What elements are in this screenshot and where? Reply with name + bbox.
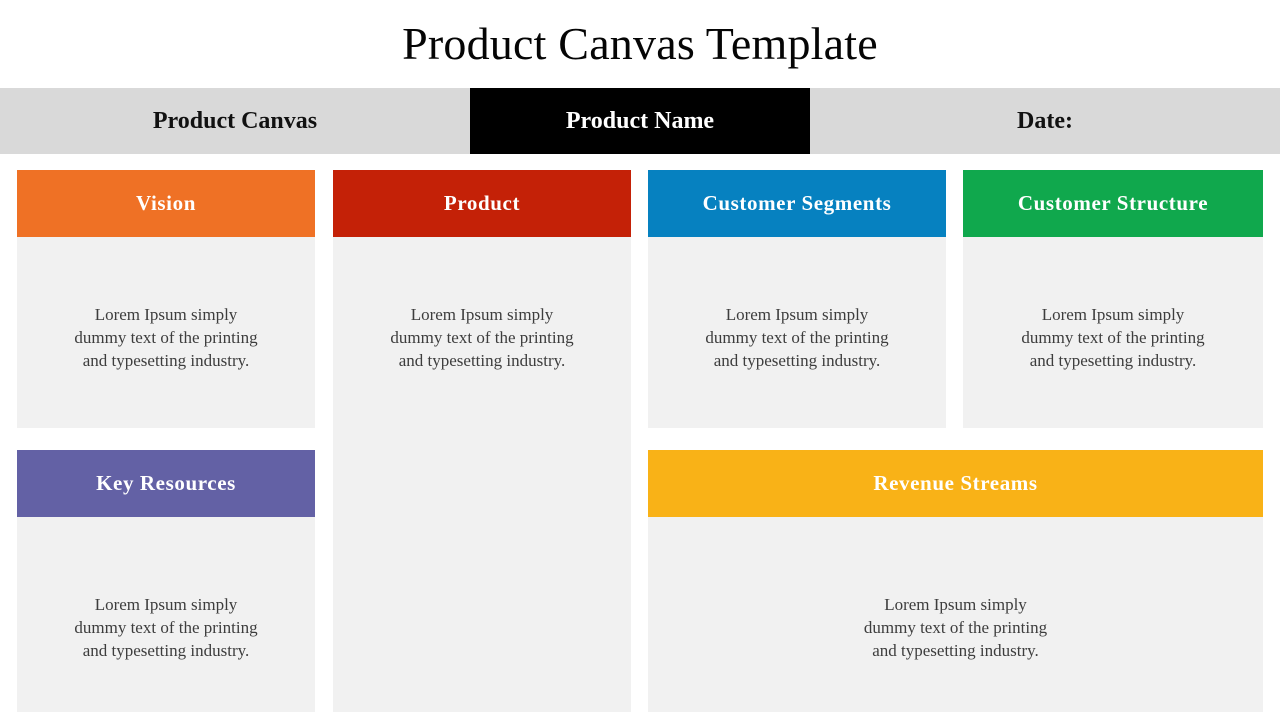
header-label-product-canvas: Product Canvas bbox=[152, 107, 318, 134]
card-body-revenue-streams[interactable]: Lorem Ipsum simply dummy text of the pri… bbox=[648, 517, 1263, 712]
card-title-product: Product bbox=[443, 191, 521, 215]
header-cell-date[interactable]: Date: bbox=[810, 88, 1280, 154]
header-label-date: Date: bbox=[1017, 107, 1073, 134]
card-header-key-resources: Key Resources bbox=[17, 450, 315, 517]
card-title-vision: Vision bbox=[135, 191, 196, 215]
page-title-area: Product Canvas Template bbox=[0, 0, 1280, 88]
card-body-text-revenue-streams: Lorem Ipsum simply dummy text of the pri… bbox=[863, 595, 1048, 660]
canvas-grid: Vision Lorem Ipsum simply dummy text of … bbox=[0, 154, 1280, 720]
header-cell-product-name[interactable]: Product Name bbox=[470, 88, 810, 154]
card-header-customer-structure: Customer Structure bbox=[963, 170, 1263, 237]
card-body-customer-segments[interactable]: Lorem Ipsum simply dummy text of the pri… bbox=[648, 237, 946, 428]
card-body-customer-structure[interactable]: Lorem Ipsum simply dummy text of the pri… bbox=[963, 237, 1263, 428]
card-title-key-resources: Key Resources bbox=[96, 471, 236, 495]
card-body-text-vision: Lorem Ipsum simply dummy text of the pri… bbox=[74, 305, 258, 370]
card-header-customer-segments: Customer Segments bbox=[648, 170, 946, 237]
card-vision[interactable]: Vision Lorem Ipsum simply dummy text of … bbox=[17, 170, 315, 428]
card-revenue-streams[interactable]: Revenue Streams Lorem Ipsum simply dummy… bbox=[648, 450, 1263, 712]
card-body-text-key-resources: Lorem Ipsum simply dummy text of the pri… bbox=[74, 595, 258, 660]
page-title: Product Canvas Template bbox=[402, 18, 878, 69]
card-product[interactable]: Product Lorem Ipsum simply dummy text of… bbox=[333, 170, 631, 712]
card-body-text-product: Lorem Ipsum simply dummy text of the pri… bbox=[390, 305, 574, 370]
header-label-product-name: Product Name bbox=[565, 107, 715, 134]
card-body-vision[interactable]: Lorem Ipsum simply dummy text of the pri… bbox=[17, 237, 315, 428]
card-header-vision: Vision bbox=[17, 170, 315, 237]
card-customer-structure[interactable]: Customer Structure Lorem Ipsum simply du… bbox=[963, 170, 1263, 428]
card-header-revenue-streams: Revenue Streams bbox=[648, 450, 1263, 517]
canvas-header-bar: Product Canvas Product Name Date: bbox=[0, 88, 1280, 154]
card-header-product: Product bbox=[333, 170, 631, 237]
header-cell-product-canvas[interactable]: Product Canvas bbox=[0, 88, 470, 154]
card-body-text-customer-structure: Lorem Ipsum simply dummy text of the pri… bbox=[1021, 305, 1205, 370]
card-key-resources[interactable]: Key Resources Lorem Ipsum simply dummy t… bbox=[17, 450, 315, 712]
card-body-key-resources[interactable]: Lorem Ipsum simply dummy text of the pri… bbox=[17, 517, 315, 712]
card-title-customer-structure: Customer Structure bbox=[1017, 191, 1209, 215]
card-body-product[interactable]: Lorem Ipsum simply dummy text of the pri… bbox=[333, 237, 631, 712]
card-body-text-customer-segments: Lorem Ipsum simply dummy text of the pri… bbox=[705, 305, 889, 370]
card-title-revenue-streams: Revenue Streams bbox=[873, 471, 1038, 495]
card-title-customer-segments: Customer Segments bbox=[702, 191, 892, 215]
card-customer-segments[interactable]: Customer Segments Lorem Ipsum simply dum… bbox=[648, 170, 946, 428]
